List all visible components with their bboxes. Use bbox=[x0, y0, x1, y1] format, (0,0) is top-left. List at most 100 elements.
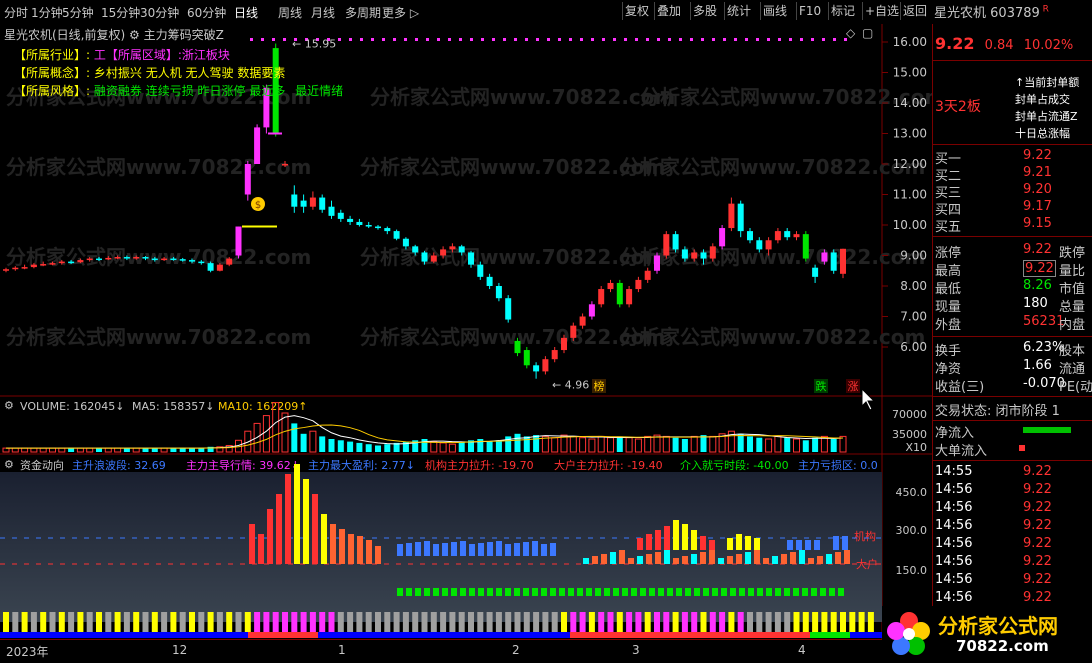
fund-bar bbox=[586, 588, 592, 596]
watermark: 分析家公式网www.70822.com bbox=[370, 85, 675, 109]
fund-mini-bar bbox=[458, 612, 465, 632]
price-tick-label: 16.00 bbox=[893, 35, 927, 49]
toolbar-button[interactable]: +自选 bbox=[862, 2, 901, 20]
period-tab[interactable]: 1分钟 bbox=[31, 4, 63, 21]
candle-body bbox=[495, 286, 502, 299]
toolbar-button[interactable]: 复权 bbox=[622, 2, 651, 20]
volume-bar bbox=[458, 441, 465, 452]
candle-body bbox=[626, 289, 633, 305]
toolbar-button[interactable]: 画线 bbox=[760, 2, 789, 20]
candle-body bbox=[142, 257, 149, 259]
toolbar-button[interactable]: 统计 bbox=[724, 2, 753, 20]
fund-bar bbox=[321, 514, 327, 564]
fund-bar bbox=[817, 556, 823, 564]
fund-mini-bar bbox=[644, 612, 651, 632]
signal-dot bbox=[393, 38, 396, 41]
fund-mini-bar bbox=[430, 612, 437, 632]
style-row: 【所属风格】: 融资融券 连续亏损 昨日涨停 最近多 最近情绪 bbox=[14, 84, 344, 98]
candle-body bbox=[12, 267, 19, 270]
badge-bang-label: 榜 bbox=[594, 379, 605, 393]
fund-bar bbox=[637, 538, 643, 550]
toolbar-button[interactable]: 多股 bbox=[690, 2, 719, 20]
candle-body bbox=[607, 282, 614, 290]
toolbar-button[interactable]: F10 bbox=[796, 2, 823, 20]
tick-row: 14:569.22 bbox=[935, 482, 1052, 497]
square-icon[interactable]: ▢ bbox=[862, 26, 873, 40]
indicator-name[interactable]: 主力筹码突破Z bbox=[144, 28, 224, 42]
signal-dot bbox=[635, 38, 638, 41]
fund-bar bbox=[842, 536, 848, 550]
fund-mini-bar bbox=[356, 612, 363, 632]
fund-bar bbox=[294, 464, 300, 564]
toolbar-button[interactable]: 标记 bbox=[828, 2, 857, 20]
fund-bar bbox=[348, 534, 354, 564]
signal-dot bbox=[371, 38, 374, 41]
candle-body bbox=[477, 264, 484, 277]
fund-mini-bar bbox=[616, 612, 623, 632]
candle-body bbox=[774, 231, 781, 241]
candle-body bbox=[802, 234, 809, 259]
concept-row: 【所属概念】: 乡村振兴 无人机 无人驾驶 数据要素 bbox=[14, 66, 286, 80]
fund-bar bbox=[793, 588, 799, 596]
volume-bar bbox=[514, 433, 521, 452]
fund-mini-bar bbox=[709, 612, 716, 632]
fund-mini-bar bbox=[440, 612, 447, 632]
period-tab[interactable]: 更多 ▷ bbox=[382, 4, 419, 21]
fund-mini-bar bbox=[774, 612, 781, 632]
fund-bar bbox=[514, 543, 520, 556]
period-tab[interactable]: 多周期 bbox=[345, 4, 381, 21]
diamond-icon[interactable]: ◇ bbox=[846, 26, 855, 40]
fund-mini-bar bbox=[207, 612, 214, 632]
period-tab[interactable]: 月线 bbox=[311, 4, 335, 21]
watermark: 分析家公式网www.70822.com bbox=[6, 325, 311, 349]
fund-bar bbox=[532, 588, 538, 596]
fund-bar bbox=[814, 540, 820, 550]
candle-body bbox=[728, 203, 735, 229]
price-tick-label: 9.00 bbox=[900, 249, 927, 263]
period-tab[interactable]: 15分钟 bbox=[101, 4, 140, 21]
signal-dot bbox=[591, 38, 594, 41]
candle-body bbox=[244, 164, 251, 195]
fund-bar bbox=[496, 588, 502, 596]
toolbar-button[interactable]: 叠加 bbox=[654, 2, 683, 20]
signal-dot bbox=[690, 38, 693, 41]
period-tab[interactable]: 5分钟 bbox=[62, 4, 94, 21]
period-tab[interactable]: 30分钟 bbox=[140, 4, 179, 21]
watermark: 分析家公式网www.70822.com bbox=[6, 155, 311, 179]
candle-body bbox=[123, 257, 130, 259]
fund-bar bbox=[375, 546, 381, 564]
stat-row: 涨停 9.22 跌停 bbox=[935, 242, 1086, 261]
fund-bar bbox=[808, 558, 814, 564]
kline-chart[interactable]: 分析家公式网www.70822.com 分析家公式网www.70822.com 分析… bbox=[0, 24, 932, 639]
fund-indicator-label: 主力最大盈利: 2.77↓ bbox=[308, 458, 415, 472]
fund-bar bbox=[583, 558, 589, 564]
fund-mini-bar bbox=[198, 612, 205, 632]
volume-bar bbox=[523, 436, 530, 452]
price-tick-label: 11.00 bbox=[893, 188, 927, 202]
candle-body bbox=[784, 231, 791, 238]
fund-bar bbox=[303, 479, 309, 564]
fund-bar bbox=[721, 588, 727, 596]
fund-mini-bar bbox=[375, 612, 381, 632]
price-tick-label: 15.00 bbox=[893, 66, 927, 80]
candle-body bbox=[635, 279, 642, 290]
fund-mini-bar bbox=[635, 612, 642, 632]
tick-row: 14:569.22 bbox=[935, 572, 1052, 587]
gear-icon[interactable]: ⚙ bbox=[129, 28, 140, 42]
period-tab[interactable]: 日线 bbox=[234, 4, 258, 21]
fund-bar bbox=[712, 588, 718, 596]
fund-mini-bar bbox=[347, 612, 354, 632]
volume-bar bbox=[328, 439, 335, 452]
fund-bar bbox=[649, 588, 655, 596]
toolbar-button[interactable]: 返回 bbox=[900, 2, 929, 20]
time-axis-label: 4 bbox=[798, 643, 806, 657]
fund-bar bbox=[622, 588, 628, 596]
ma10-label: MA10: 162209↑ bbox=[218, 400, 307, 413]
fund-mini-bar bbox=[68, 612, 75, 632]
signal-dot bbox=[349, 38, 352, 41]
stat-row: 换手 6.23% 股本 bbox=[935, 340, 1086, 359]
period-tab[interactable]: 周线 bbox=[278, 4, 302, 21]
period-tab[interactable]: 60分钟 bbox=[187, 4, 226, 21]
period-tab[interactable]: 分时 bbox=[4, 4, 28, 21]
fund-bar bbox=[646, 554, 652, 564]
